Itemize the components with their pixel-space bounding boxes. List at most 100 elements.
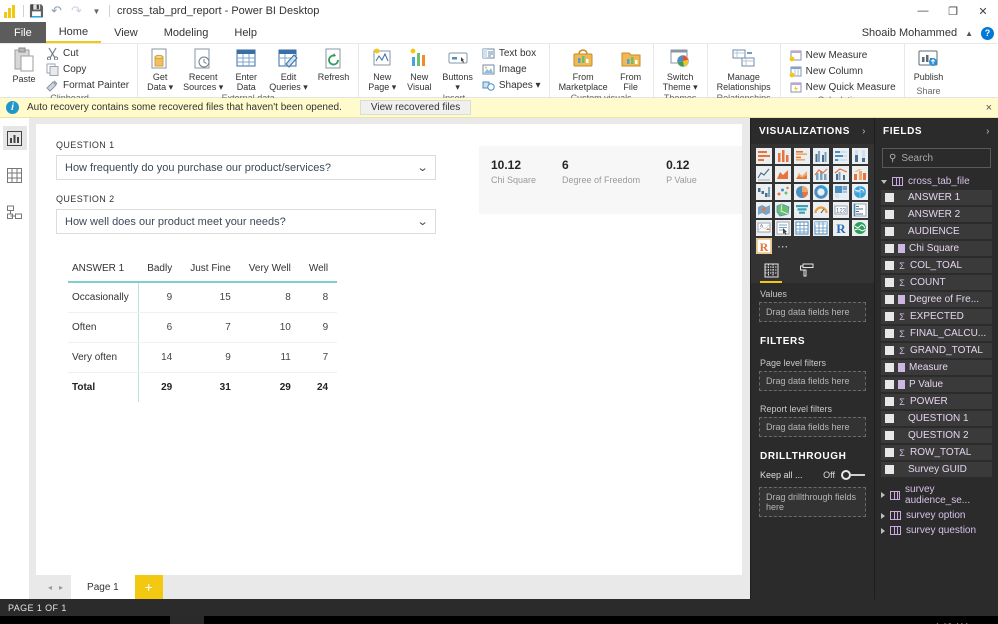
fields-tab[interactable] — [760, 263, 782, 283]
field-answer-2[interactable]: ANSWER 2 — [881, 207, 992, 222]
clustered-bar-chart-icon[interactable] — [794, 148, 811, 164]
field-chi-square[interactable]: Chi Square — [881, 241, 992, 256]
from-marketplace-button[interactable]: From Marketplace — [555, 46, 612, 93]
card-icon[interactable]: 123 — [832, 202, 849, 218]
fields-table-survey-question[interactable]: survey question — [875, 523, 998, 538]
line-chart-icon[interactable] — [756, 166, 772, 182]
new-quick-measure-button[interactable]: New Quick Measure — [786, 80, 899, 95]
view-recovered-files-button[interactable]: View recovered files — [359, 100, 472, 115]
help-icon[interactable]: ? — [981, 26, 994, 40]
area-chart-icon[interactable] — [775, 166, 792, 182]
r-script-visual-icon[interactable]: R — [832, 220, 849, 236]
table-icon[interactable] — [794, 220, 811, 236]
manage-relationships-button[interactable]: Manage Relationships — [713, 46, 775, 93]
checkbox[interactable] — [885, 431, 894, 440]
search-input[interactable]: ⚲ Search — [882, 148, 991, 168]
field-audience[interactable]: AUDIENCE — [881, 224, 992, 239]
field-answer-1[interactable]: ANSWER 1 — [881, 190, 992, 205]
expand-icon[interactable]: › — [862, 126, 866, 137]
checkbox[interactable] — [885, 261, 894, 270]
next-page-icon[interactable]: ▸ — [59, 583, 63, 592]
checkbox[interactable] — [885, 295, 894, 304]
multi-row-card-icon[interactable] — [851, 202, 868, 218]
expand-icon[interactable]: › — [986, 126, 990, 137]
chevron-down-icon[interactable]: ⌄ — [416, 161, 428, 174]
prev-page-icon[interactable]: ◂ — [48, 583, 52, 592]
checkbox[interactable] — [885, 465, 894, 474]
fields-table-cross-tab-file[interactable]: cross_tab_file — [875, 174, 998, 189]
checkbox[interactable] — [885, 193, 894, 202]
menu-tab-help[interactable]: Help — [221, 22, 270, 43]
field-count[interactable]: Σ COUNT — [881, 275, 992, 290]
shape-map-icon[interactable] — [775, 202, 792, 218]
model-view-icon[interactable] — [3, 200, 27, 224]
close-notification-icon[interactable]: × — [986, 102, 992, 114]
checkbox[interactable] — [885, 278, 894, 287]
treemap-icon[interactable] — [832, 184, 849, 200]
kpi-icon[interactable]: A — [756, 220, 772, 236]
report-view-icon[interactable] — [2, 126, 27, 150]
checkbox[interactable] — [885, 312, 894, 321]
field-measure[interactable]: Measure — [881, 360, 992, 375]
refresh-button[interactable]: Refresh — [314, 46, 354, 83]
task-view-button[interactable] — [68, 616, 102, 624]
scatter-chart-icon[interactable] — [775, 184, 792, 200]
stacked-area-chart-icon[interactable] — [794, 166, 811, 182]
more-options-icon[interactable]: ⋯ — [775, 238, 791, 254]
page-nav-arrows[interactable]: ◂ ▸ — [40, 575, 71, 599]
start-button[interactable] — [0, 616, 34, 624]
menu-tab-home[interactable]: Home — [45, 22, 102, 43]
from-file-button[interactable]: From File — [614, 46, 648, 93]
waterfall-chart-icon[interactable] — [756, 184, 772, 200]
question-2-dropdown[interactable]: How well does our product meet your need… — [56, 209, 436, 234]
filled-map-icon[interactable] — [756, 202, 772, 218]
checkbox[interactable] — [885, 329, 894, 338]
stacked-column-chart-icon[interactable] — [775, 148, 792, 164]
page-tab-page-1[interactable]: Page 1 — [71, 575, 135, 599]
fields-table-survey-option[interactable]: survey option — [875, 508, 998, 523]
cross-tab-matrix[interactable]: ANSWER 1 Badly Just Fine Very Well Well … — [68, 260, 338, 402]
gauge-chart-icon[interactable] — [813, 202, 830, 218]
format-tab[interactable] — [796, 263, 818, 283]
edit-queries-button[interactable]: Edit Queries ▾ — [265, 46, 312, 93]
report-page[interactable]: QUESTION 1 How frequently do you purchas… — [36, 124, 742, 575]
field-p-value[interactable]: P Value — [881, 377, 992, 392]
field-degree-of-freedom[interactable]: Degree of Fre... — [881, 292, 992, 307]
switch-theme-button[interactable]: Switch Theme ▾ — [659, 46, 702, 93]
copy-button[interactable]: Copy — [43, 62, 132, 77]
menu-file[interactable]: File — [0, 22, 46, 43]
arcgis-map-icon[interactable] — [851, 220, 868, 236]
python-visual-icon[interactable]: R — [756, 238, 772, 254]
chevron-down-icon[interactable]: ⌄ — [416, 215, 428, 228]
minimize-button[interactable]: — — [908, 0, 938, 22]
pie-chart-icon[interactable] — [794, 184, 811, 200]
internet-explorer-button[interactable]: e — [102, 616, 136, 624]
field-grand-total[interactable]: Σ GRAND_TOTAL — [881, 343, 992, 358]
ribbon-chart-icon[interactable] — [851, 166, 868, 182]
cut-button[interactable]: Cut — [43, 46, 132, 61]
field-survey-guid[interactable]: Survey GUID — [881, 462, 992, 477]
field-question-1[interactable]: QUESTION 1 — [881, 411, 992, 426]
100-stacked-column-chart-icon[interactable] — [851, 148, 868, 164]
line-stacked-column-chart-icon[interactable] — [813, 166, 830, 182]
search-taskbar-button[interactable] — [34, 616, 68, 624]
map-icon[interactable] — [851, 184, 868, 200]
onenote-button[interactable]: N — [204, 616, 238, 624]
field-expected[interactable]: Σ EXPECTED — [881, 309, 992, 324]
donut-chart-icon[interactable] — [813, 184, 830, 200]
undo-icon[interactable]: ↶ — [49, 3, 64, 19]
checkbox[interactable] — [885, 363, 894, 372]
field-row-total[interactable]: Σ ROW_TOTAL — [881, 445, 992, 460]
text-box-button[interactable]: Text box — [479, 46, 544, 61]
line-clustered-column-chart-icon[interactable] — [832, 166, 849, 182]
question-1-dropdown[interactable]: How frequently do you purchase our produ… — [56, 155, 436, 180]
chevron-right-icon[interactable] — [881, 527, 885, 534]
add-page-button[interactable]: + — [134, 575, 163, 599]
chevron-right-icon[interactable] — [881, 492, 885, 498]
paste-button[interactable]: Paste — [7, 46, 41, 85]
buttons-button[interactable]: Buttons ▾ — [438, 46, 477, 93]
file-explorer-button[interactable] — [136, 616, 170, 624]
chevron-down-icon[interactable] — [881, 179, 887, 184]
menu-tab-view[interactable]: View — [101, 22, 151, 43]
checkbox[interactable] — [885, 397, 894, 406]
